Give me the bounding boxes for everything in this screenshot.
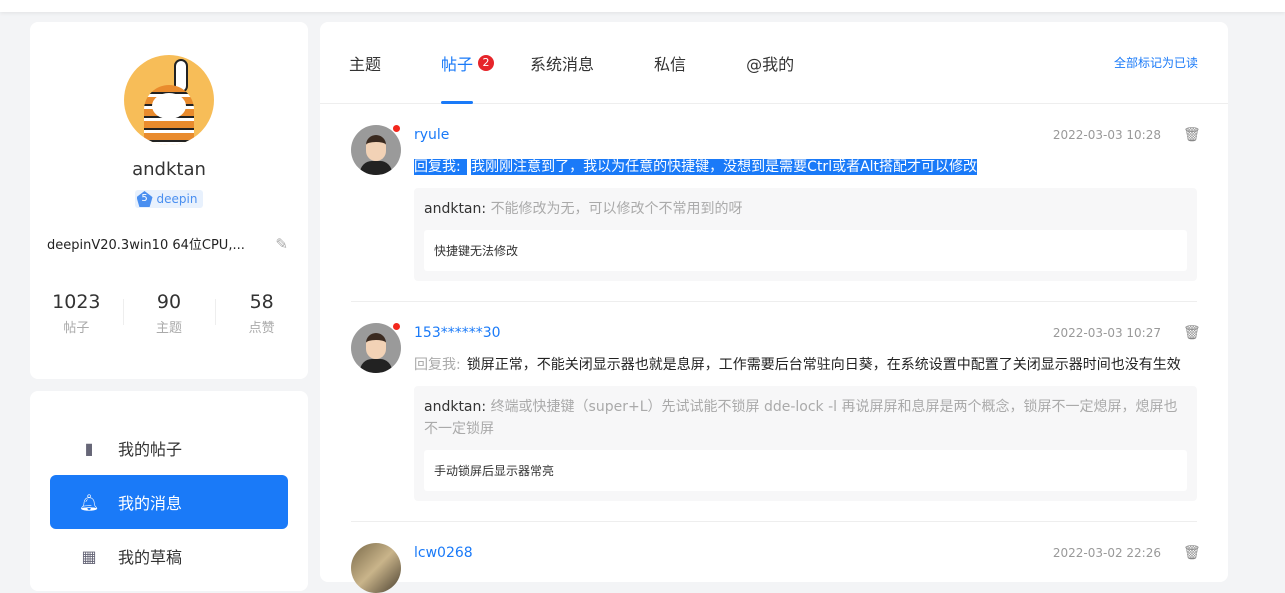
reply-content: 锁屏正常，不能关闭显示器也就是息屏，工作需要后台常驻向日葵，在系统设置中配置了关…: [466, 357, 1181, 373]
topic-link[interactable]: 快捷键无法修改: [424, 230, 1187, 271]
messages-panel: 主题 帖子 2 系统消息 私信 @我的 全部标记为已读 ryule 2022-03-…: [320, 22, 1228, 593]
timestamp: 2022-03-02 22:26: [1052, 546, 1161, 560]
message-item: 153******30 2022-03-03 10:27 🗑︎ 回复我: 锁屏正常，不…: [351, 302, 1201, 522]
stat-label: 帖子: [63, 321, 90, 336]
timestamp: 2022-03-03 10:27: [1052, 326, 1161, 340]
username: andktan: [132, 159, 206, 180]
side-nav: ▮ 我的帖子 🔔︎ 我的消息 ▦ 我的草稿: [30, 391, 308, 591]
nav-my-drafts[interactable]: ▦ 我的草稿: [50, 529, 288, 583]
tab-posts[interactable]: 帖子 2: [441, 22, 495, 104]
mark-all-read-link[interactable]: 全部标记为已读: [1114, 54, 1198, 71]
user-avatar[interactable]: [124, 55, 214, 145]
nav-my-posts[interactable]: ▮ 我的帖子: [50, 421, 288, 475]
level-badge: 5 deepin: [134, 190, 204, 208]
signature-text: deepinV20.3win10 64位CPU,...: [47, 238, 245, 253]
message-item: lcw0268 2022-03-02 22:26 🗑︎: [351, 522, 1201, 593]
tab-private[interactable]: 私信: [654, 22, 686, 104]
tab-label: 帖子: [441, 54, 474, 74]
nav-my-messages[interactable]: 🔔︎ 我的消息: [50, 475, 288, 529]
tab-bar: 主题 帖子 2 系统消息 私信 @我的 全部标记为已读: [320, 22, 1228, 104]
nav-label: 我的消息: [118, 494, 183, 513]
stat-value: 1023: [52, 291, 101, 313]
reply-text[interactable]: 回复我: 我刚刚注意到了，我以为任意的快捷键，没想到是需要Ctrl或者Alt搭配…: [414, 156, 1197, 178]
topic-link[interactable]: 手动锁屏后显示器常亮: [424, 450, 1187, 491]
archive-icon: ▦: [81, 546, 97, 566]
tab-label: 系统消息: [530, 54, 595, 74]
message-item: ryule 2022-03-03 10:28 🗑︎ 回复我: 我刚刚注意到了，我以为…: [351, 104, 1201, 302]
quote-text: 不能修改为无，可以修改个不常用到的呀: [490, 201, 743, 217]
tab-mentions[interactable]: @我的: [746, 22, 794, 104]
stats: 1023 帖子 90 主题 58 点赞: [30, 291, 308, 336]
reply-text[interactable]: 回复我: 锁屏正常，不能关闭显示器也就是息屏，工作需要后台常驻向日葵，在系统设置中…: [414, 354, 1197, 376]
stat-value: 90: [156, 291, 182, 313]
quoted-reply: andktan: 终端或快捷键（super+L）先试试能不锁屏 dde-lock…: [414, 386, 1197, 501]
tab-system[interactable]: 系统消息: [530, 22, 594, 104]
timestamp: 2022-03-03 10:28: [1052, 128, 1161, 142]
tab-label: 主题: [349, 54, 382, 74]
nav-label: 我的草稿: [118, 548, 183, 567]
trash-icon[interactable]: 🗑︎: [1183, 127, 1201, 143]
reply-prefix: 回复我:: [414, 159, 461, 175]
reply-prefix: 回复我:: [414, 357, 461, 373]
quoted-reply: andktan: 不能修改为无，可以修改个不常用到的呀 快捷键无法修改: [414, 188, 1197, 281]
user-avatar[interactable]: [351, 543, 401, 593]
unread-dot: [392, 322, 401, 331]
unread-dot: [392, 124, 401, 133]
quote-user: andktan:: [424, 201, 487, 217]
unread-count-badge: 2: [478, 54, 495, 71]
stat-label: 点赞: [248, 321, 275, 336]
level-icon: 5: [136, 191, 153, 207]
signature: deepinV20.3win10 64位CPU,... ✎: [30, 234, 308, 254]
quote-user: andktan:: [424, 399, 487, 415]
bell-icon: 🔔︎: [78, 492, 100, 512]
user-name-link[interactable]: ryule: [414, 127, 449, 143]
quote-text: 终端或快捷键（super+L）先试试能不锁屏 dde-lock -l 再说屏屏和…: [424, 399, 1178, 437]
tab-topics[interactable]: 主题: [349, 22, 381, 104]
stat-topics[interactable]: 90 主题: [122, 291, 216, 336]
group-label: deepin: [156, 192, 198, 206]
trash-icon[interactable]: 🗑︎: [1183, 325, 1201, 341]
reply-content: 我刚刚注意到了，我以为任意的快捷键，没想到是需要Ctrl或者Alt搭配才可以修改: [471, 159, 978, 175]
user-name-link[interactable]: 153******30: [414, 325, 501, 341]
tab-label: @我的: [746, 54, 795, 74]
stat-posts[interactable]: 1023 帖子: [30, 291, 123, 336]
edit-icon[interactable]: ✎: [275, 235, 288, 253]
nav-label: 我的帖子: [118, 440, 183, 459]
tab-label: 私信: [654, 54, 687, 74]
bookmark-icon: ▮: [84, 438, 94, 458]
stat-likes[interactable]: 58 点赞: [215, 291, 308, 336]
user-name-link[interactable]: lcw0268: [414, 545, 473, 561]
stat-value: 58: [249, 291, 274, 313]
top-bar: [0, 0, 1285, 12]
trash-icon[interactable]: 🗑︎: [1183, 545, 1201, 561]
profile-card: andktan 5 deepin deepinV20.3win10 64位CPU,…: [30, 22, 308, 379]
stat-label: 主题: [156, 321, 183, 336]
